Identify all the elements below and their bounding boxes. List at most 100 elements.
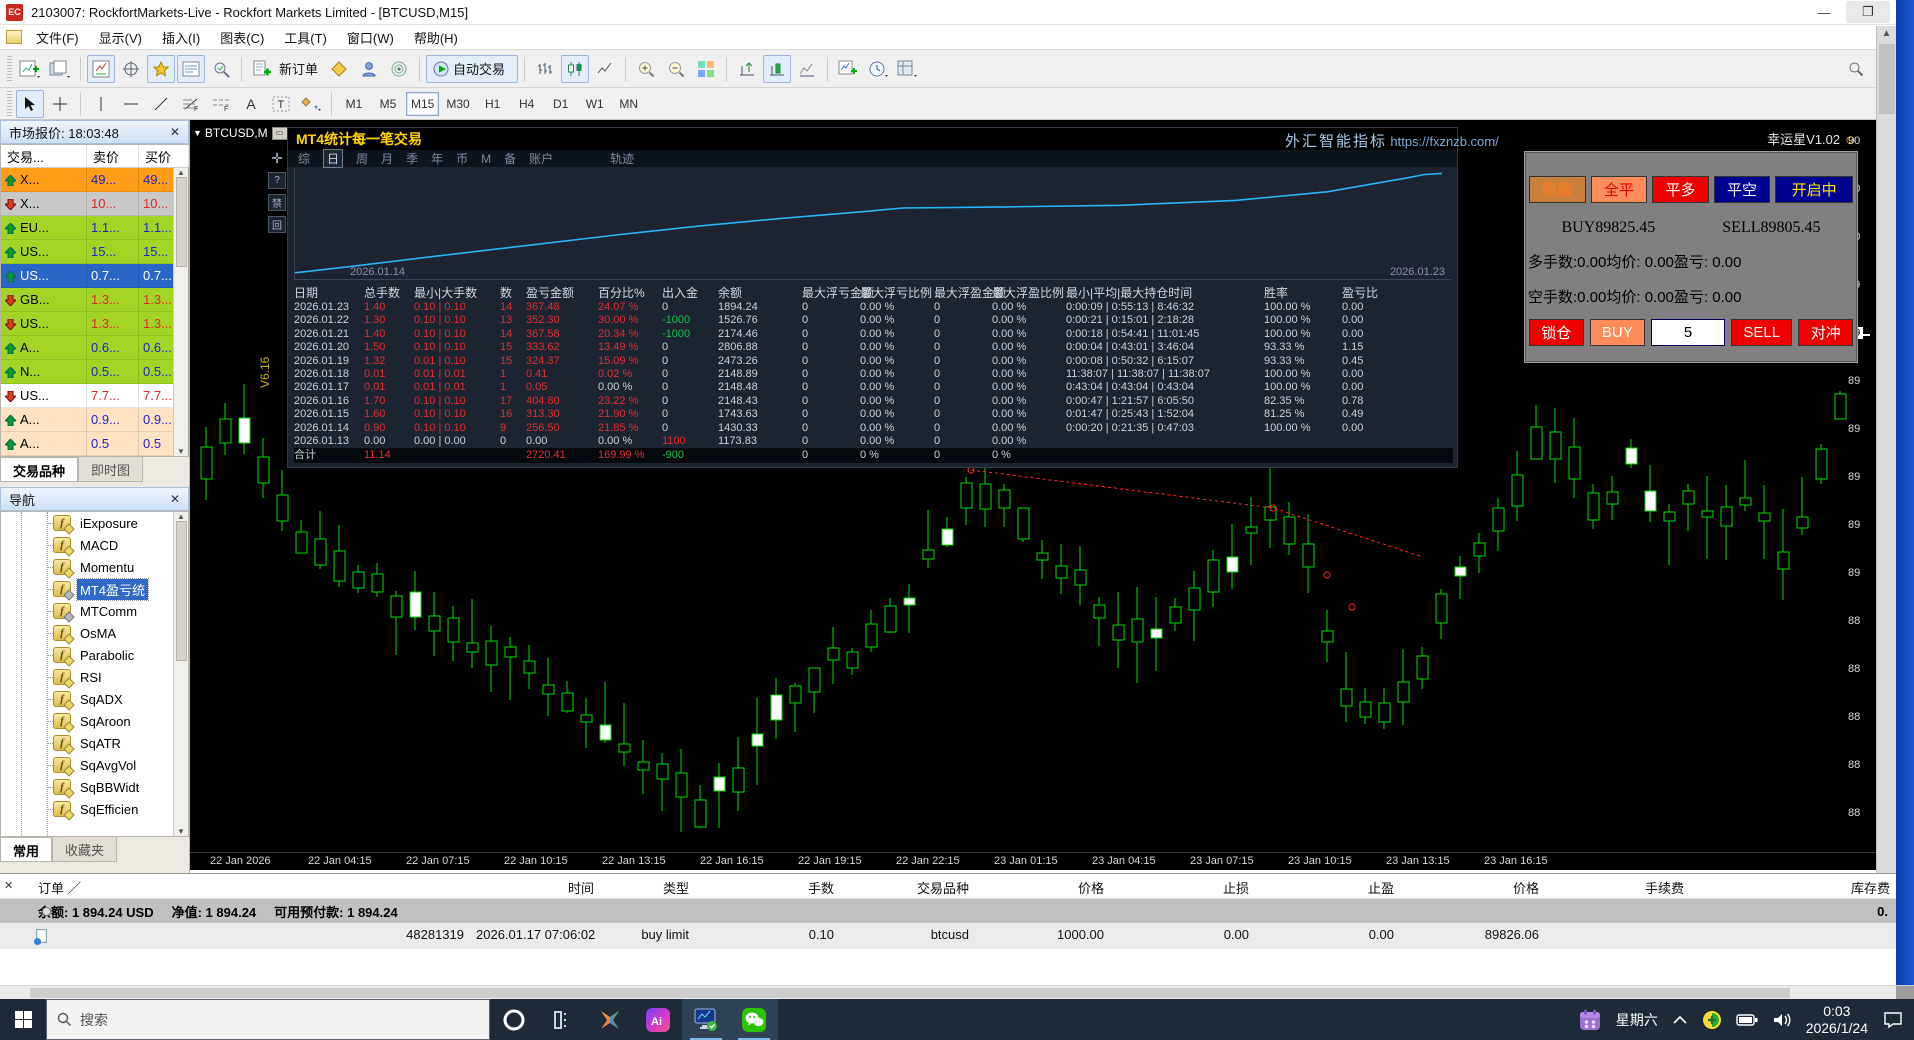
timeframe-MN[interactable]: MN [613, 92, 645, 116]
buy-button[interactable]: BUY [1589, 319, 1646, 346]
text-label-tool[interactable]: T [267, 90, 295, 118]
minimize-button[interactable]: — [1802, 1, 1846, 23]
close-longs-button[interactable]: 平多 [1652, 176, 1709, 203]
market-watch-row[interactable]: US... 1.3... 1.3... [1, 312, 189, 336]
orders-column-9[interactable]: 手续费 [1545, 874, 1690, 898]
orders-column-3[interactable]: 手数 [695, 874, 840, 898]
running-status-button[interactable]: 开启中 [1775, 176, 1854, 203]
scroll-down-icon[interactable]: ▼ [177, 827, 185, 836]
cursor-tool[interactable] [16, 89, 44, 118]
stats-table-row[interactable]: 2026.01.20 1.50 0.10 | 0.10 15 333.62 13.49 %… [294, 341, 1453, 354]
move-icon[interactable]: ✛ [271, 150, 283, 167]
navigator-item-MACD[interactable]: f MACD [1, 534, 188, 556]
taskbar-app-browser[interactable] [490, 999, 538, 1040]
channel-tool[interactable]: F [207, 90, 235, 118]
stats-tab-日[interactable]: 日 [323, 149, 344, 168]
market-watch-row[interactable]: GB... 1.3... 1.3... [1, 288, 189, 312]
tab-tick-chart[interactable]: 即时图 [78, 457, 144, 482]
market-watch-row[interactable]: A... 0.6... 0.6... [1, 336, 189, 360]
arrows-tool[interactable] [297, 90, 325, 118]
scrollbar-thumb[interactable] [30, 988, 1790, 998]
sell-button[interactable]: SELL [1731, 319, 1793, 346]
orders-column-2[interactable]: 类型 [600, 874, 695, 898]
stats-tab-月[interactable]: 月 [381, 150, 393, 167]
disable-icon[interactable]: 禁 [268, 194, 286, 211]
hidden-icons-chevron[interactable] [1672, 1015, 1688, 1025]
navigator-item-MT4盈亏统[interactable]: f MT4盈亏统 [1, 577, 188, 601]
new-chart-button[interactable] [16, 55, 44, 83]
orders-column-1[interactable]: 时间 [470, 874, 600, 898]
notifications-icon[interactable] [1882, 1011, 1904, 1029]
orders-column-7[interactable]: 止盈 [1255, 874, 1400, 898]
navigator-item-SqAroon[interactable]: f SqAroon [1, 710, 188, 732]
taskbar-app-ai[interactable]: Ai [634, 999, 682, 1040]
navigator-item-SqADX[interactable]: f SqADX [1, 688, 188, 710]
help-icon[interactable]: ? [268, 172, 286, 189]
scrollbar-thumb[interactable] [175, 177, 187, 267]
market-watch-scrollbar[interactable]: ▲ ▼ [173, 168, 188, 456]
terminal-close-icon[interactable]: ✕ [4, 879, 13, 892]
vertical-line-tool[interactable] [87, 90, 115, 118]
navigator-item-MTComm[interactable]: f MTComm [1, 600, 188, 622]
metaeditor-button[interactable] [325, 55, 353, 83]
script-button[interactable] [385, 55, 413, 83]
toolbar-grip[interactable] [7, 55, 12, 82]
market-watch-column-headers[interactable]: 交易... 卖价 买价 [1, 145, 189, 168]
smiley-icon[interactable]: ☺ [1844, 132, 1857, 147]
text-tool[interactable]: A [237, 90, 265, 118]
market-watch-row[interactable]: US... 15... 15... [1, 240, 189, 264]
antivirus-tray-icon[interactable] [1702, 1010, 1722, 1030]
mw-column-header[interactable]: 交易... [1, 145, 87, 167]
timeframe-M1[interactable]: M1 [338, 92, 370, 116]
navigator-item-RSI[interactable]: f RSI [1, 666, 188, 688]
market-watch-row[interactable]: US... 7.7... 7.7... [1, 384, 189, 408]
market-watch-row[interactable]: A... 0.9... 0.9... [1, 408, 189, 432]
taskbar-app-pinwheel[interactable] [586, 999, 634, 1040]
clock[interactable]: 0:03 2026/1/24 [1806, 1003, 1868, 1037]
stats-table-row[interactable]: 2026.01.21 1.40 0.10 | 0.10 14 367.58 20.34 %… [294, 328, 1453, 341]
stats-table-row[interactable]: 2026.01.23 1.40 0.10 | 0.10 14 367.48 24.07 %… [294, 301, 1453, 314]
stats-tab-账户[interactable]: 账户 [529, 150, 553, 167]
close-all-button[interactable]: 全平 [1590, 176, 1648, 203]
market-watch-toggle[interactable] [87, 54, 115, 83]
new-order-icon[interactable] [248, 55, 276, 83]
navigator-item-Momentu[interactable]: f Momentu [1, 556, 188, 578]
battery-icon[interactable] [1736, 1013, 1758, 1027]
stats-table-row[interactable]: 2026.01.17 0.01 0.01 | 0.01 1 0.05 0.00 % 0 214… [294, 381, 1453, 394]
lot-size-input[interactable] [1651, 319, 1726, 346]
taskbar-app-wechat[interactable] [730, 999, 778, 1040]
market-watch-row[interactable]: X... 49... 49... [1, 168, 189, 192]
expert-advisors-button[interactable] [355, 55, 383, 83]
window-icon[interactable]: 回 [268, 216, 286, 233]
terminal-toggle[interactable] [177, 54, 205, 83]
fibonacci-tool[interactable]: F [177, 90, 205, 118]
menu-item-显[interactable]: 显示(V) [89, 25, 152, 50]
scrollbar-thumb[interactable] [175, 521, 187, 661]
templates-button[interactable] [894, 55, 922, 83]
crosshair-tool[interactable] [46, 90, 74, 118]
market-watch-row[interactable]: A... 0.5 0.5 [1, 432, 189, 456]
stats-tab-币[interactable]: 币 [456, 150, 468, 167]
stats-tab-季[interactable]: 季 [406, 150, 418, 167]
tab-symbols[interactable]: 交易品种 [0, 457, 79, 482]
scroll-up-icon[interactable]: ▲ [1882, 26, 1892, 42]
orders-column-6[interactable]: 止损 [1110, 874, 1255, 898]
navigator-close-icon[interactable]: ✕ [166, 490, 184, 508]
menu-item-图[interactable]: 图表(C) [210, 25, 274, 50]
trendline-tool[interactable] [147, 90, 175, 118]
profiles-button[interactable] [46, 55, 74, 83]
timeframe-M5[interactable]: M5 [372, 92, 404, 116]
orders-column-8[interactable]: 价格 [1400, 874, 1545, 898]
vertical-scrollbar[interactable]: ▲ ▼ [1876, 26, 1896, 960]
menu-item-帮[interactable]: 帮助(H) [404, 25, 468, 50]
bar-chart-mode-button[interactable] [531, 55, 559, 83]
periods-button[interactable] [864, 55, 892, 83]
zoom-in-button[interactable] [632, 55, 660, 83]
navigator-item-SqAvgVol[interactable]: f SqAvgVol [1, 754, 188, 776]
chart-symbol-tab[interactable]: ▼ BTCUSD,M ▭ [193, 124, 288, 142]
menu-item-工[interactable]: 工具(T) [274, 25, 337, 50]
timeframe-M30[interactable]: M30 [441, 92, 474, 116]
market-watch-row[interactable]: X... 10... 10... [1, 192, 189, 216]
chart-shift-button[interactable] [733, 55, 761, 83]
scroll-up-icon[interactable]: ▲ [177, 512, 185, 521]
